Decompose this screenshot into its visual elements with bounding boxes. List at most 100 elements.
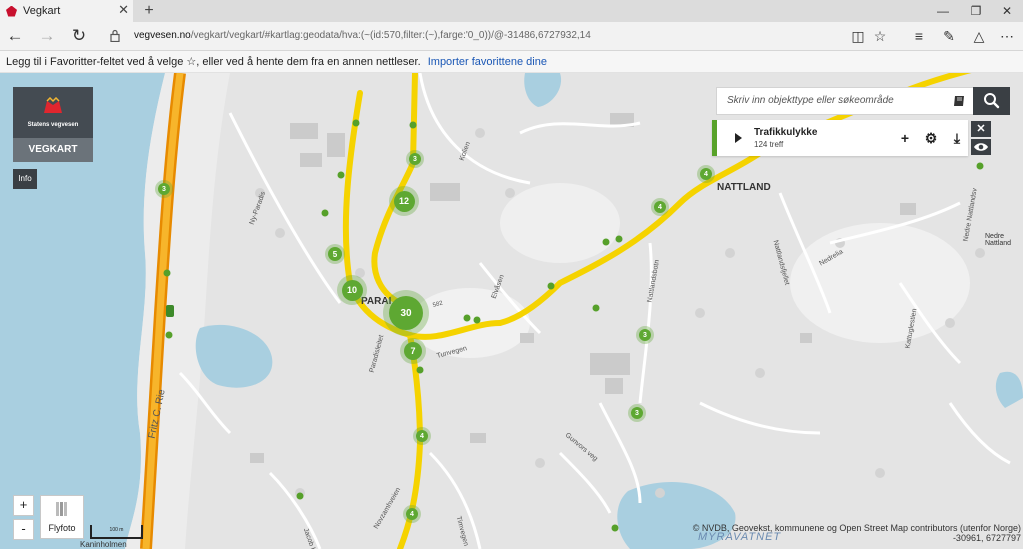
url-host: vegvesen.no: [134, 30, 191, 41]
accident-marker[interactable]: [296, 492, 304, 500]
accident-marker[interactable]: [976, 162, 984, 170]
flyfoto-button[interactable]: Flyfoto: [40, 495, 84, 539]
accident-cluster[interactable]: 3: [155, 180, 173, 198]
search-input[interactable]: Skriv inn objekttype eller søkeområde: [727, 95, 894, 106]
cluster-count: 3: [631, 407, 643, 419]
accident-cluster[interactable]: 7: [400, 338, 426, 364]
catalog-book-icon[interactable]: [953, 95, 965, 107]
vegkart-button[interactable]: VEGKART: [13, 138, 93, 162]
aerial-photo-icon: [56, 502, 67, 516]
accident-cluster[interactable]: 5: [325, 244, 345, 264]
cluster-count: 30: [389, 296, 423, 330]
map-sign-icon: [166, 305, 174, 317]
zoom-in-button[interactable]: +: [13, 495, 34, 516]
web-note-icon[interactable]: ✎: [938, 25, 960, 47]
visibility-eye-icon[interactable]: [971, 139, 991, 155]
minimize-icon[interactable]: —: [927, 0, 959, 22]
scale-bar: 100 m: [90, 525, 143, 539]
vegvesen-favicon-icon: [6, 5, 17, 17]
expand-arrow-icon[interactable]: [735, 133, 742, 143]
add-icon[interactable]: +: [897, 130, 913, 146]
cluster-count: 4: [700, 168, 712, 180]
coordinate-readout: -30961, 6727797: [952, 533, 1021, 543]
accident-cluster[interactable]: 10: [337, 275, 367, 305]
accident-marker[interactable]: [409, 121, 417, 129]
share-icon[interactable]: △: [968, 25, 990, 47]
browser-tab-bar: Vegkart ✕ + — ❐ ✕: [0, 0, 1023, 22]
accident-marker[interactable]: [547, 282, 555, 290]
back-arrow-icon[interactable]: ←: [3, 25, 27, 47]
window-close-icon[interactable]: ✕: [991, 0, 1023, 22]
accident-marker[interactable]: [352, 119, 360, 127]
accident-marker[interactable]: [163, 269, 171, 277]
accident-cluster[interactable]: 12: [389, 186, 419, 216]
search-icon: [984, 93, 1000, 109]
download-icon[interactable]: ⤓: [949, 130, 965, 146]
cluster-count: 3: [409, 153, 421, 165]
cluster-count: 10: [341, 279, 363, 301]
map-view[interactable]: NATTLAND PARAI Nedre Nattland Fritz C. R…: [0, 73, 1023, 549]
zoom-out-button[interactable]: -: [13, 519, 34, 540]
place-label-nattland: NATTLAND: [717, 182, 771, 193]
cluster-count: 4: [406, 508, 418, 520]
statens-vegvesen-logo[interactable]: Statens vegvesen: [13, 87, 93, 138]
accident-cluster[interactable]: 4: [651, 198, 669, 216]
accident-marker[interactable]: [473, 316, 481, 324]
accident-cluster[interactable]: 4: [413, 427, 431, 445]
accident-marker[interactable]: [337, 171, 345, 179]
maximize-icon[interactable]: ❐: [960, 0, 992, 22]
layer-count: 124 treff: [754, 140, 784, 149]
favorite-star-icon[interactable]: ☆: [869, 25, 891, 47]
accident-marker[interactable]: [463, 314, 471, 322]
accident-cluster[interactable]: 4: [697, 165, 715, 183]
cluster-count: 4: [654, 201, 666, 213]
favorites-hint-bar: Legg til i Favoritter-feltet ved å velge…: [0, 51, 1023, 73]
tab-title: Vegkart: [23, 5, 61, 17]
refresh-icon[interactable]: ↻: [67, 25, 91, 47]
cluster-count: 3: [158, 183, 170, 195]
accident-cluster[interactable]: 30: [383, 290, 429, 336]
cluster-count: 5: [328, 247, 342, 261]
accident-marker[interactable]: [416, 366, 424, 374]
tab-close-icon[interactable]: ✕: [118, 2, 129, 18]
search-box[interactable]: Skriv inn objekttype eller søkeområde: [716, 87, 974, 115]
layer-title: Trafikkulykke: [754, 127, 818, 138]
more-menu-icon[interactable]: ⋯: [996, 25, 1018, 47]
accident-cluster[interactable]: 4: [403, 505, 421, 523]
browser-tab[interactable]: Vegkart ✕: [0, 0, 133, 22]
search-button[interactable]: [973, 87, 1010, 115]
logo-text: Statens vegvesen: [27, 122, 79, 128]
accident-marker[interactable]: [165, 331, 173, 339]
address-bar: ← → ↻ vegvesen.no/vegkart/vegkart/#kartl…: [0, 22, 1023, 51]
cluster-count: 12: [393, 190, 415, 212]
accident-cluster[interactable]: 3: [636, 326, 654, 344]
url-path: /vegkart/vegkart/#kartlag:geodata/hva:(~…: [190, 30, 591, 41]
favorites-hint-text: Legg til i Favoritter-feltet ved å velge…: [6, 56, 421, 68]
cluster-count: 3: [639, 329, 651, 341]
gear-icon[interactable]: ⚙: [923, 130, 939, 146]
attribution-text: © NVDB, Geovekst, kommunene og Open Stre…: [692, 523, 1021, 533]
new-tab-button[interactable]: +: [138, 0, 160, 22]
forward-arrow-icon[interactable]: →: [35, 25, 59, 47]
import-favorites-link[interactable]: Importer favorittene dine: [428, 56, 547, 68]
info-button[interactable]: Info: [13, 169, 37, 189]
flyfoto-label: Flyfoto: [48, 523, 76, 533]
vegvesen-emblem-icon: [44, 96, 62, 113]
accident-marker[interactable]: [602, 238, 610, 246]
layer-panel-trafikkulykke[interactable]: Trafikkulykke 124 treff + ⚙ ⤓: [712, 120, 968, 156]
cluster-count: 4: [416, 430, 428, 442]
hub-icon[interactable]: ≡: [908, 25, 930, 47]
accident-marker[interactable]: [321, 209, 329, 217]
accident-marker[interactable]: [615, 235, 623, 243]
accident-marker[interactable]: [611, 524, 619, 532]
reading-view-icon[interactable]: ◫: [847, 25, 869, 47]
place-label-nedre-nattland: Nedre Nattland: [985, 233, 1012, 247]
accident-cluster[interactable]: 3: [406, 150, 424, 168]
url-field[interactable]: vegvesen.no/vegkart/vegkart/#kartlag:geo…: [134, 30, 591, 41]
map-attribution: © NVDB, Geovekst, kommunene og Open Stre…: [693, 523, 1021, 543]
lock-icon: [110, 29, 120, 42]
accident-cluster[interactable]: 3: [628, 404, 646, 422]
accident-marker[interactable]: [592, 304, 600, 312]
close-layer-icon[interactable]: ✕: [971, 121, 991, 137]
cluster-count: 7: [404, 342, 422, 360]
